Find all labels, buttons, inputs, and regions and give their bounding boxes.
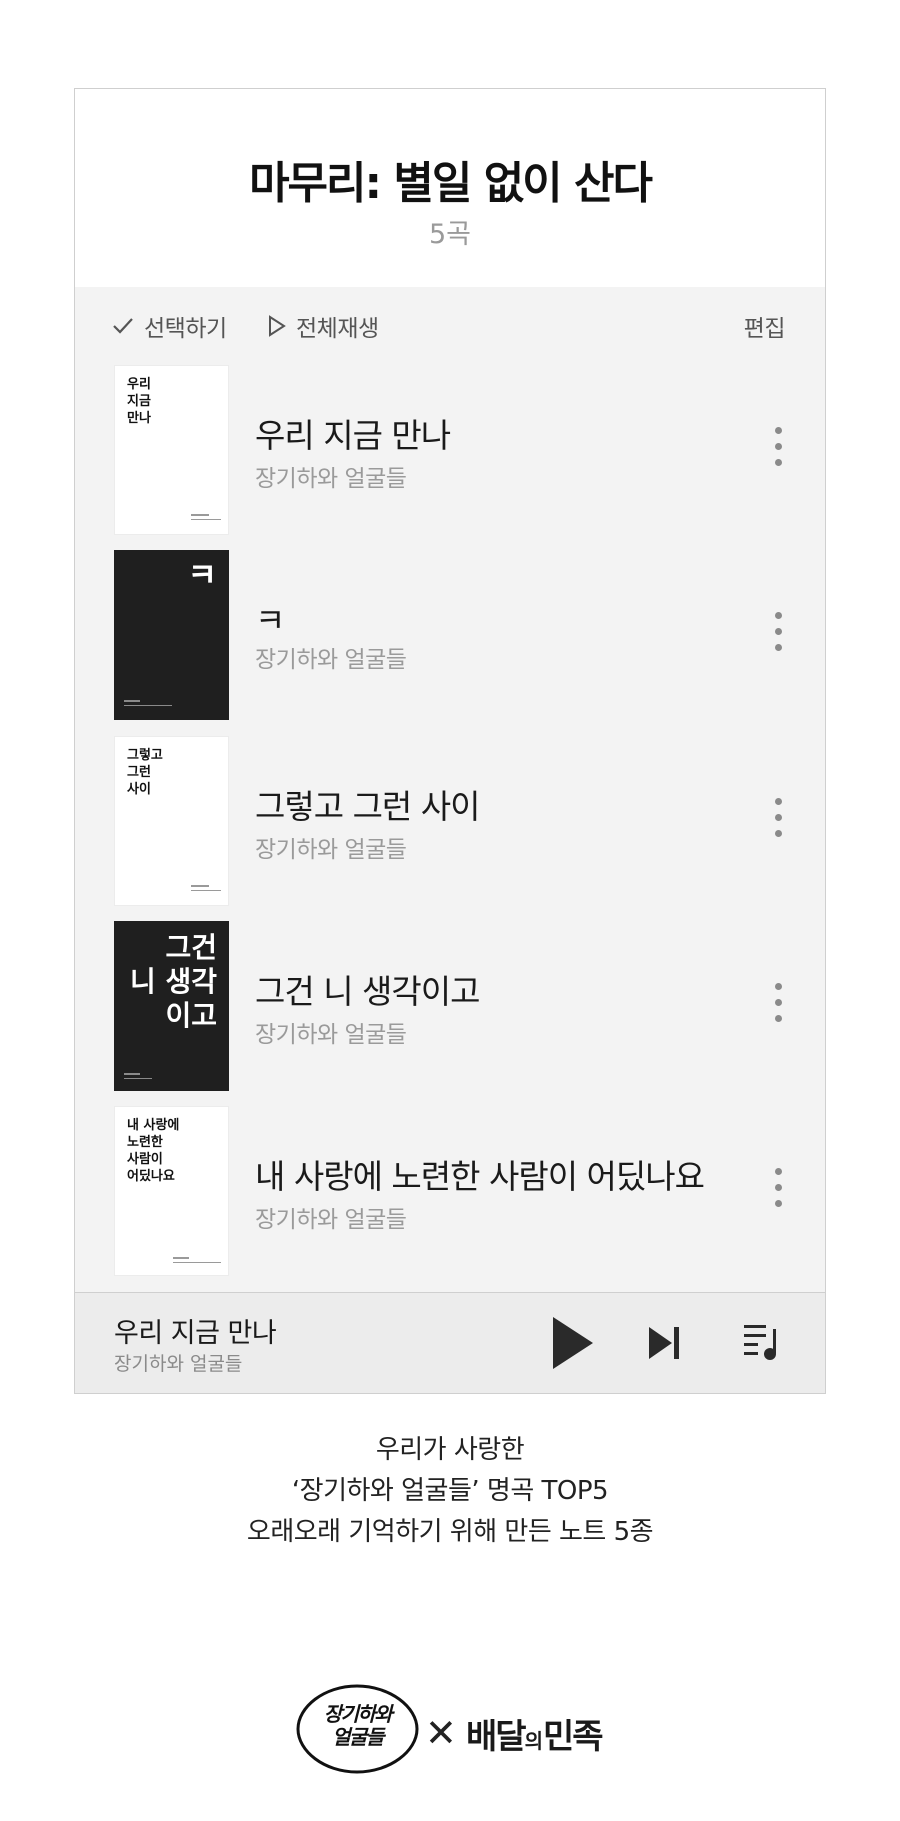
cover-fine-print xyxy=(173,1257,189,1259)
select-button[interactable]: 선택하기 xyxy=(112,309,227,343)
band-logo: 장기하와 얼굴들 xyxy=(295,1683,420,1775)
play-button[interactable] xyxy=(551,1316,595,1374)
caption-line: 오래오래 기억하기 위해 만든 노트 5종 xyxy=(246,1517,654,1547)
cover-fine-print xyxy=(191,514,209,516)
more-vertical-icon[interactable] xyxy=(775,983,783,1029)
playlist-queue-icon xyxy=(744,1325,776,1360)
cover-fine-print xyxy=(173,1262,221,1263)
play-outline-icon xyxy=(269,315,286,337)
song-artist: 장기하와 얼굴들 xyxy=(255,1207,407,1233)
edit-label: 편집 xyxy=(743,316,786,342)
now-playing-title[interactable]: 우리 지금 만나 xyxy=(114,1311,277,1350)
album-cover: 그렇고 그런 사이 xyxy=(114,736,229,906)
brand-logos: 장기하와 얼굴들 ✕ 배달의민족 xyxy=(0,1683,900,1783)
collab-cross: ✕ xyxy=(425,1711,457,1755)
song-title: 우리 지금 만나 xyxy=(255,416,451,455)
list-toolbar: 선택하기 전체재생 편집 xyxy=(75,287,825,357)
cover-text: ㅋ xyxy=(187,556,217,594)
caption-line: ‘장기하와 얼굴들’ 명곡 TOP5 xyxy=(291,1476,609,1506)
cover-text: 그렇고 그런 사이 xyxy=(127,748,163,797)
mini-player: 우리 지금 만나 장기하와 얼굴들 xyxy=(75,1292,825,1393)
album-cover: 그건 니 생각 이고 xyxy=(114,921,229,1091)
song-artist: 장기하와 얼굴들 xyxy=(255,647,407,673)
cover-text: 내 사랑에 노련한 사람이 어딨나요 xyxy=(127,1118,180,1184)
song-row[interactable]: 우리 지금 만나 우리 지금 만나 장기하와 얼굴들 xyxy=(75,365,825,535)
cover-fine-print xyxy=(124,700,140,702)
playlist-title: 마무리: 별일 없이 산다 xyxy=(249,158,653,209)
song-artist: 장기하와 얼굴들 xyxy=(255,466,407,492)
cover-fine-print xyxy=(124,705,172,706)
song-count: 5곡 xyxy=(428,219,472,250)
more-vertical-icon[interactable] xyxy=(775,1168,783,1214)
song-title: ㅋ xyxy=(255,601,285,640)
cover-text: 그건 니 생각 이고 xyxy=(129,931,217,1032)
cover-fine-print xyxy=(191,519,221,520)
cover-fine-print xyxy=(191,890,221,891)
next-button[interactable] xyxy=(648,1326,680,1364)
baemin-logo: 배달의민족 xyxy=(466,1717,604,1757)
play-all-button[interactable]: 전체재생 xyxy=(268,309,379,343)
song-row[interactable]: ㅋ ㅋ 장기하와 얼굴들 xyxy=(75,550,825,720)
now-playing-artist: 장기하와 얼굴들 xyxy=(114,1353,243,1375)
playlist-header: 마무리: 별일 없이 산다 5곡 xyxy=(75,89,825,287)
song-title: 그건 니 생각이고 xyxy=(255,972,480,1011)
song-row[interactable]: 그렇고 그런 사이 그렇고 그런 사이 장기하와 얼굴들 xyxy=(75,736,825,906)
band-logo-text: 장기하와 얼굴들 xyxy=(323,1702,393,1749)
cover-fine-print xyxy=(124,1073,140,1075)
caption-line: 우리가 사랑한 xyxy=(375,1435,525,1465)
playlist-card: 마무리: 별일 없이 산다 5곡 선택하기 전체재생 편집 우리 지금 만나 우… xyxy=(74,88,826,1394)
song-row[interactable]: 내 사랑에 노련한 사람이 어딨나요 내 사랑에 노련한 사람이 어딨나요 장기… xyxy=(75,1106,825,1276)
promo-caption: 우리가 사랑한 ‘장기하와 얼굴들’ 명곡 TOP5 오래오래 기억하기 위해 … xyxy=(0,1430,900,1553)
cover-text: 우리 지금 만나 xyxy=(127,377,151,426)
song-title: 그렇고 그런 사이 xyxy=(255,787,480,826)
queue-button[interactable] xyxy=(743,1323,779,1365)
more-vertical-icon[interactable] xyxy=(775,798,783,844)
more-vertical-icon[interactable] xyxy=(775,612,783,658)
check-icon xyxy=(113,318,133,334)
more-vertical-icon[interactable] xyxy=(775,427,783,473)
skip-next-icon xyxy=(649,1327,679,1359)
cover-fine-print xyxy=(124,1078,152,1079)
album-cover: ㅋ xyxy=(114,550,229,720)
album-cover: 내 사랑에 노련한 사람이 어딨나요 xyxy=(114,1106,229,1276)
song-artist: 장기하와 얼굴들 xyxy=(255,1022,407,1048)
play-icon xyxy=(553,1317,593,1369)
song-artist: 장기하와 얼굴들 xyxy=(255,837,407,863)
song-row[interactable]: 그건 니 생각 이고 그건 니 생각이고 장기하와 얼굴들 xyxy=(75,921,825,1091)
song-title: 내 사랑에 노련한 사람이 어딨나요 xyxy=(255,1157,705,1196)
edit-button[interactable]: 편집 xyxy=(743,309,786,343)
cover-fine-print xyxy=(191,885,209,887)
album-cover: 우리 지금 만나 xyxy=(114,365,229,535)
play-all-label: 전체재생 xyxy=(296,316,379,342)
select-label: 선택하기 xyxy=(144,316,227,342)
